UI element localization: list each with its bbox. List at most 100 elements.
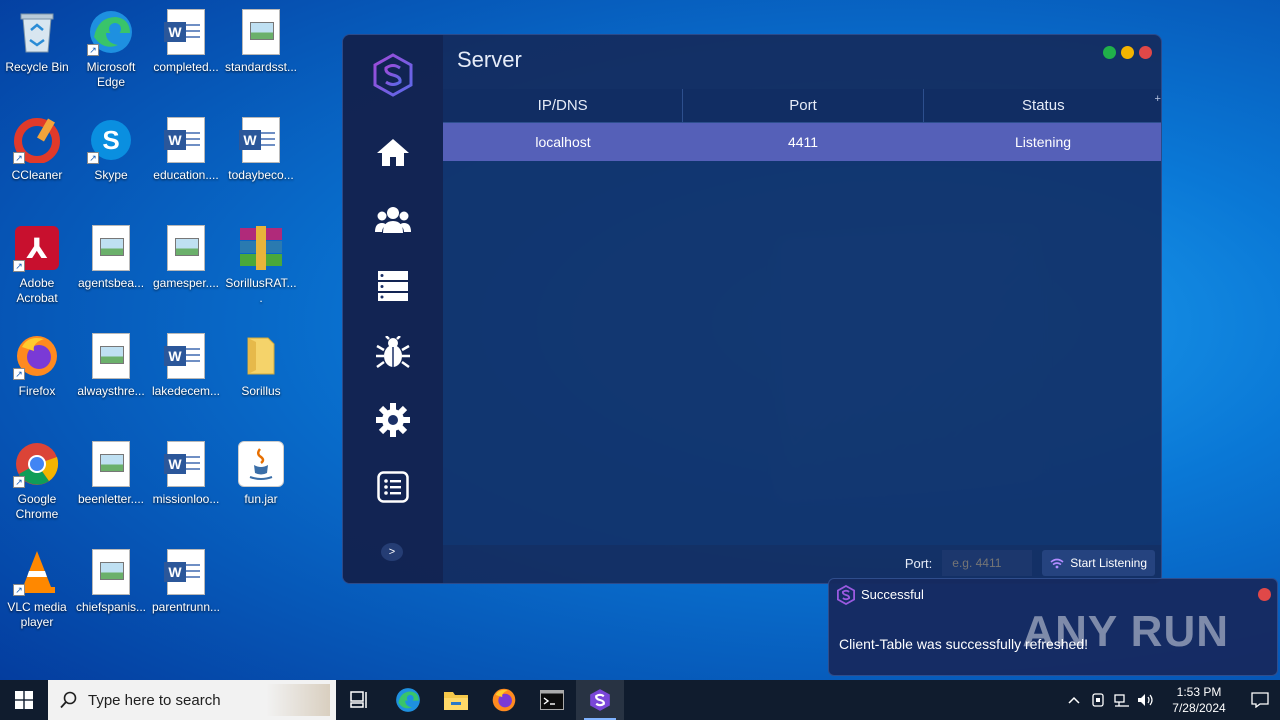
desktop-icon-parentrunn[interactable]: W parentrunn...: [149, 548, 223, 615]
close-button[interactable]: [1139, 46, 1152, 59]
desktop-icon-fun-jar[interactable]: fun.jar: [224, 440, 298, 507]
desktop-icon-label: missionloo...: [152, 492, 220, 506]
desktop-icon-gamesper[interactable]: gamesper....: [149, 224, 223, 291]
desktop-icon-label: VLC media player: [7, 600, 67, 629]
desktop-icon-label: Skype: [94, 168, 128, 182]
sorillus-icon: [590, 689, 610, 711]
desktop-icon-completed[interactable]: W completed...: [149, 8, 223, 75]
maximize-button[interactable]: [1103, 46, 1116, 59]
desktop-icon-microsoft-edge[interactable]: ↗ Microsoft Edge: [74, 8, 148, 90]
action-center-button[interactable]: [1240, 680, 1280, 720]
desktop-icon-standardsst[interactable]: standardsst...: [224, 8, 298, 75]
word-doc-icon: W: [162, 548, 210, 596]
notification-icon: [1251, 692, 1269, 708]
start-listening-button[interactable]: Start Listening: [1042, 550, 1155, 576]
column-header-status[interactable]: Status +: [924, 89, 1161, 122]
taskbar: Type here to search 1:53 PM 7/28/2024: [0, 680, 1280, 720]
desktop-icon-missionloo[interactable]: W missionloo...: [149, 440, 223, 507]
column-header-ip[interactable]: IP/DNS: [443, 89, 684, 122]
taskbar-edge[interactable]: [384, 680, 432, 720]
network-icon[interactable]: [1110, 680, 1134, 720]
cell-ip: localhost: [535, 134, 591, 150]
desktop-icon-sorillusrat[interactable]: SorillusRAT....: [224, 224, 298, 306]
notification-title: Successful: [861, 587, 924, 602]
column-header-port[interactable]: Port: [683, 89, 924, 122]
users-icon[interactable]: [373, 199, 413, 239]
word-doc-icon: W: [237, 116, 285, 164]
start-listening-label: Start Listening: [1070, 556, 1147, 570]
image-doc-icon: [87, 548, 135, 596]
wifi-icon: [1050, 558, 1064, 568]
desktop-icon-label: parentrunn...: [151, 600, 221, 614]
desktop-icon-skype[interactable]: S ↗ Skype: [74, 116, 148, 183]
sorillus-logo-icon: [373, 53, 413, 97]
folder-icon: [237, 332, 285, 380]
search-highlight-image: [266, 684, 330, 716]
app-sidebar: >: [343, 35, 443, 583]
task-view-icon: [350, 691, 367, 708]
chrome-icon: ↗: [13, 440, 61, 488]
edge-icon: [396, 688, 420, 712]
taskbar-terminal[interactable]: [528, 680, 576, 720]
task-view-button[interactable]: [336, 680, 384, 720]
sorillus-small-icon: [837, 584, 855, 610]
bug-icon[interactable]: [373, 333, 413, 373]
desktop-icon-google-chrome[interactable]: ↗ Google Chrome: [0, 440, 74, 522]
image-doc-icon: [237, 8, 285, 56]
desktop-icon-firefox[interactable]: ↗ Firefox: [0, 332, 74, 399]
vlc-icon: ↗: [13, 548, 61, 596]
table-header: IP/DNS Port Status +: [443, 89, 1161, 123]
port-input[interactable]: [942, 550, 1033, 576]
windows-icon: [15, 691, 33, 709]
minimize-button[interactable]: [1121, 46, 1134, 59]
acrobat-icon: ⅄ ↗: [13, 224, 61, 272]
clock-date: 7/28/2024: [1172, 701, 1226, 715]
taskbar-search-box[interactable]: Type here to search: [48, 680, 336, 720]
device-icon[interactable]: [1086, 680, 1110, 720]
desktop-icon-sorillus-folder[interactable]: Sorillus: [224, 332, 298, 399]
image-doc-icon: [162, 224, 210, 272]
desktop-icon-label: chiefspanis...: [75, 600, 147, 614]
desktop-icon-label: Adobe Acrobat: [16, 276, 58, 305]
recycle-bin-icon: [13, 8, 61, 56]
taskbar-sorillus[interactable]: [576, 680, 624, 720]
window-title: Server: [457, 47, 522, 72]
desktop-icon-todaybeco[interactable]: W todaybeco...: [224, 116, 298, 183]
notification-close-button[interactable]: [1258, 588, 1271, 601]
desktop-icon-education[interactable]: W education....: [149, 116, 223, 183]
desktop-icon-chiefspanis[interactable]: chiefspanis...: [74, 548, 148, 615]
desktop-icon-label: agentsbea...: [77, 276, 145, 290]
listen-footer: Port: Start Listening: [443, 543, 1161, 583]
chevron-up-icon[interactable]: [1062, 680, 1086, 720]
desktop-icon-label: Firefox: [18, 384, 56, 398]
desktop-icon-label: todaybeco...: [228, 168, 294, 182]
expand-sidebar-button[interactable]: >: [381, 543, 403, 561]
desktop-icon-vlc[interactable]: ↗ VLC media player: [0, 548, 74, 630]
taskbar-file-explorer[interactable]: [432, 680, 480, 720]
log-list-icon[interactable]: [373, 467, 413, 507]
desktop-icon-lakedecem[interactable]: W lakedecem...: [149, 332, 223, 399]
server-list-icon[interactable]: [373, 266, 413, 306]
desktop-icon-adobe-acrobat[interactable]: ⅄ ↗ Adobe Acrobat: [0, 224, 74, 306]
winrar-icon: [237, 224, 285, 272]
desktop-icon-recycle-bin[interactable]: Recycle Bin: [0, 8, 74, 75]
desktop-icon-label: gamesper....: [152, 276, 220, 290]
desktop-icon-agentsbea[interactable]: agentsbea...: [74, 224, 148, 291]
success-notification: Successful ANY RUN Client-Table was succ…: [828, 578, 1278, 676]
volume-icon[interactable]: [1134, 680, 1158, 720]
desktop-icon-alwaysthre[interactable]: alwaysthre...: [74, 332, 148, 399]
desktop-icon-ccleaner[interactable]: ↗ CCleaner: [0, 116, 74, 183]
start-button[interactable]: [0, 680, 48, 720]
clock[interactable]: 1:53 PM 7/28/2024: [1158, 684, 1240, 716]
desktop-icon-label: Sorillus: [241, 384, 281, 398]
home-icon[interactable]: [373, 132, 413, 172]
settings-icon[interactable]: [373, 400, 413, 440]
add-row-button[interactable]: +: [1155, 93, 1161, 105]
edge-icon: ↗: [87, 8, 135, 56]
desktop-icon-label: lakedecem...: [151, 384, 221, 398]
taskbar-firefox[interactable]: [480, 680, 528, 720]
table-row[interactable]: localhost 4411 Listening: [443, 123, 1161, 161]
server-window: > Server IP/DNS Port Status + localhost …: [342, 34, 1162, 584]
desktop-icon-beenletter[interactable]: beenletter....: [74, 440, 148, 507]
skype-icon: S ↗: [87, 116, 135, 164]
